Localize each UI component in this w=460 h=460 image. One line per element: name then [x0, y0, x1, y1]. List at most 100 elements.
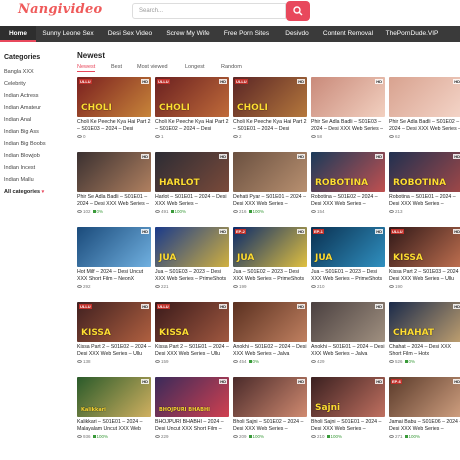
- video-title[interactable]: Kissa Part 2 – S01E03 – 2024 – Desi XXX …: [389, 269, 460, 283]
- video-thumbnail[interactable]: HD: [389, 77, 460, 117]
- sidebar-item-indian-actress[interactable]: Indian Actress: [4, 90, 70, 102]
- video-title[interactable]: Phir Se Adla Badli – S01E02 – 2024 – Des…: [389, 119, 460, 133]
- video-title[interactable]: Hot Milf – 2024 – Desi Uncut XXX Short F…: [77, 269, 151, 283]
- nav-sunny-leone[interactable]: Sunny Leone Sex: [37, 26, 99, 42]
- video-thumbnail[interactable]: Kalikkari HD: [77, 377, 151, 417]
- video-meta: 210 100%: [311, 434, 342, 439]
- video-thumbnail[interactable]: ULLU KISSA HD: [77, 302, 151, 342]
- video-title[interactable]: Chahat – 2024 – Desi XXX Short Film – Ho…: [389, 344, 460, 358]
- sidebar-item-indian-anal[interactable]: Indian Anal: [4, 114, 70, 126]
- video-meta: 62: [389, 134, 400, 139]
- search-input[interactable]: Search...: [132, 3, 286, 19]
- eye-icon: [233, 210, 238, 214]
- all-categories-link[interactable]: All categories ▾: [4, 186, 70, 198]
- video-thumbnail[interactable]: HARLOT HD: [155, 152, 229, 192]
- nav-content-removal[interactable]: Content Removal: [318, 26, 378, 42]
- video-title[interactable]: Kissa Part 2 – S01E02 – 2024 – Desi XXX …: [77, 344, 151, 358]
- video-title[interactable]: Dehati Pyar – S01E01 – 2024 – Desi XXX W…: [233, 194, 307, 208]
- eye-icon: [389, 285, 394, 289]
- sidebar-item-indian-big-boobs[interactable]: Indian Big Boobs: [4, 138, 70, 150]
- video-title[interactable]: Robotina – S01E02 – 2024 – Desi XXX Web …: [311, 194, 385, 208]
- video-title[interactable]: Jua – S01E01 – 2023 – Desi XXX Web Serie…: [311, 269, 385, 283]
- video-title[interactable]: Phir Se Adla Badli – S01E03 – 2024 – Des…: [311, 119, 385, 133]
- thumbnail-title-text: CHOLI: [81, 103, 112, 113]
- video-title[interactable]: Choli Ke Peeche Kya Hai Part 2 – S01E02 …: [155, 119, 229, 133]
- sidebar-title: Categories: [4, 54, 41, 61]
- video-thumbnail[interactable]: HD: [233, 152, 307, 192]
- video-title[interactable]: Anokhi – S01E02 – 2024 – Desi XXX Web Se…: [233, 344, 307, 358]
- sidebar-item-bangla-xxx[interactable]: Bangla XXX: [4, 66, 70, 78]
- video-thumbnail[interactable]: BHOJPURI BHABHI HD: [155, 377, 229, 417]
- tab-most-viewed[interactable]: Most viewed: [137, 64, 168, 70]
- sidebar-item-celebrity[interactable]: Celebrity: [4, 78, 70, 90]
- video-meta: 199: [233, 284, 247, 289]
- video-title[interactable]: Robotina – S01E01 – 2024 – Desi XXX Web …: [389, 194, 460, 208]
- video-title[interactable]: Choli Ke Peeche Kya Hai Part 2 – S01E01 …: [233, 119, 307, 133]
- video-title[interactable]: Anokhi – S01E01 – 2024 – Desi XXX Web Se…: [311, 344, 385, 358]
- nav-desivdo[interactable]: Desivdo: [276, 26, 318, 42]
- video-title[interactable]: BHOJPURI BHABHI – 2024 – Desi Uncut XXX …: [155, 419, 229, 433]
- video-thumbnail[interactable]: ULLU CHOLI HD: [77, 77, 151, 117]
- hd-badge: HD: [375, 79, 383, 84]
- video-thumbnail[interactable]: HD: [77, 227, 151, 267]
- video-title[interactable]: Jua – S01E02 – 2023 – Desi XXX Web Serie…: [233, 269, 307, 283]
- view-count: 454: [239, 359, 247, 364]
- chevron-down-icon: ▾: [41, 189, 45, 195]
- video-thumbnail[interactable]: ULLU KISSA HD: [389, 227, 460, 267]
- video-title[interactable]: Phir Se Adla Badli – S01E01 – 2024 – Des…: [77, 194, 151, 208]
- eye-icon: [389, 210, 394, 214]
- nav-screw-my-wife[interactable]: Screw My Wife: [160, 26, 216, 42]
- video-thumbnail[interactable]: ULLU CHOLI HD: [233, 77, 307, 117]
- video-meta: 221: [155, 284, 169, 289]
- tab-random[interactable]: Random: [221, 64, 242, 70]
- tab-newest[interactable]: Newest: [77, 64, 96, 72]
- nav-free-porn-sites[interactable]: Free Porn Sites: [218, 26, 275, 42]
- video-thumbnail[interactable]: Sajni HD: [311, 377, 385, 417]
- video-title[interactable]: Bholi Sajni – S01E02 – 2024 – Desi XXX W…: [233, 419, 307, 433]
- nav-home[interactable]: Home: [0, 26, 36, 42]
- search-button[interactable]: [286, 1, 310, 21]
- video-title[interactable]: Choli Ke Peeche Kya Hai Part 2 – S01E03 …: [77, 119, 151, 133]
- sidebar-item-indian-mallu[interactable]: Indian Mallu: [4, 174, 70, 186]
- video-thumbnail[interactable]: EP-6 HD: [389, 377, 460, 417]
- video-title[interactable]: Kissa Part 2 – S01E01 – 2024 – Desi XXX …: [155, 344, 229, 358]
- video-title[interactable]: Kalikkari – S01E01 – 2024 – Malayalam Un…: [77, 419, 151, 433]
- video-thumbnail[interactable]: HD: [77, 152, 151, 192]
- tab-longest[interactable]: Longest: [185, 64, 205, 70]
- video-thumbnail[interactable]: ULLU KISSA HD: [155, 302, 229, 342]
- video-title[interactable]: Bholi Sajni – S01E01 – 2024 – Desi XXX W…: [311, 419, 385, 433]
- view-count: 210: [317, 434, 325, 439]
- sidebar-item-indian-big-ass[interactable]: Indian Big Ass: [4, 126, 70, 138]
- hd-badge: HD: [297, 79, 305, 84]
- sidebar-item-indian-amateur[interactable]: Indian Amateur: [4, 102, 70, 114]
- video-thumbnail[interactable]: HD: [233, 302, 307, 342]
- video-thumbnail[interactable]: CHAHAT HD: [389, 302, 460, 342]
- video-thumbnail[interactable]: HD: [311, 77, 385, 117]
- video-title[interactable]: Harlot – S01E01 – 2024 – Desi XXX Web Se…: [155, 194, 229, 208]
- hd-badge: HD: [297, 154, 305, 159]
- all-categories-label: All categories: [4, 189, 41, 195]
- video-thumbnail[interactable]: ROBOTINA HD: [311, 152, 385, 192]
- video-title[interactable]: Jua – S01E03 – 2023 – Desi XXX Web Serie…: [155, 269, 229, 283]
- video-thumbnail[interactable]: HD: [311, 302, 385, 342]
- tab-best[interactable]: Best: [111, 64, 122, 70]
- sidebar-item-indian-blowjob[interactable]: Indian Blowjob: [4, 150, 70, 162]
- video-thumbnail[interactable]: JUA HD: [155, 227, 229, 267]
- video-meta: 209 100%: [233, 434, 264, 439]
- rating-percent: 100%: [408, 434, 421, 439]
- video-thumbnail[interactable]: ULLU CHOLI HD: [155, 77, 229, 117]
- video-thumbnail[interactable]: ROBOTINA HD: [389, 152, 460, 192]
- thumbnail-title-text: CHAHAT: [393, 328, 435, 338]
- nav-theporndude[interactable]: ThePornDude.VIP: [380, 26, 444, 42]
- hd-badge: HD: [453, 154, 460, 159]
- video-title[interactable]: Jamai Babu – S01E06 – 2024 – Desi XXX We…: [389, 419, 460, 433]
- sidebar-item-indian-incest[interactable]: Indian Incest: [4, 162, 70, 174]
- view-count: 58: [317, 134, 323, 139]
- thumbs-up-icon: [248, 435, 252, 439]
- nav-desi-sex-video[interactable]: Desi Sex Video: [100, 26, 160, 42]
- video-thumbnail[interactable]: EP-2 JUA HD: [233, 227, 307, 267]
- site-logo[interactable]: Nangivideo: [18, 2, 102, 17]
- video-thumbnail[interactable]: HD: [233, 377, 307, 417]
- channel-badge: ULLU: [157, 304, 170, 309]
- video-thumbnail[interactable]: EP-1 JUA HD: [311, 227, 385, 267]
